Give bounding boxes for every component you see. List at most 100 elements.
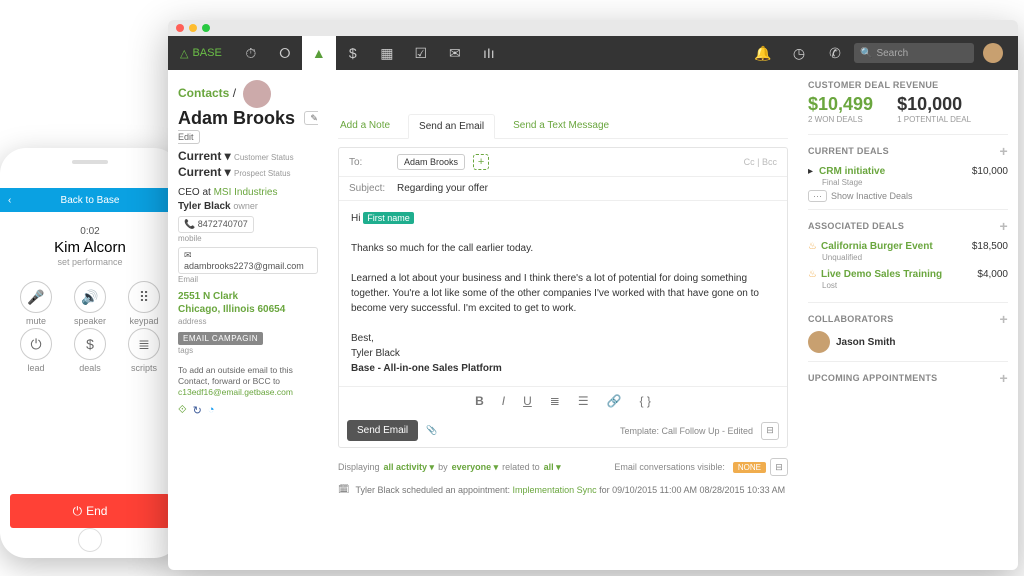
phone-back-bar[interactable]: ‹ Back to Base [0, 188, 180, 212]
template-menu-button[interactable]: ⊟ [761, 422, 779, 440]
deal-burger[interactable]: California Burger Event [821, 241, 933, 252]
home-button[interactable] [78, 528, 102, 552]
contacts-link[interactable]: Contacts [178, 86, 229, 100]
clock-icon[interactable]: ◷ [782, 36, 816, 70]
revenue-heading: CUSTOMER DEAL REVENUE [808, 80, 1008, 90]
merge-button[interactable]: { } [640, 394, 651, 408]
format-toolbar: B I U ≣ ☰ 🔗 { } [339, 386, 787, 414]
customer-status[interactable]: Current ▾ [178, 149, 231, 163]
won-revenue: $10,499 [808, 94, 873, 115]
prospect-status[interactable]: Current ▾ [178, 165, 231, 179]
user-menu[interactable] [976, 36, 1010, 70]
sync-icon[interactable]: ⟐ [178, 404, 187, 417]
reports-icon[interactable]: ıIı [472, 36, 506, 70]
tab-text[interactable]: Send a Text Message [511, 114, 611, 138]
filter-activity[interactable]: all activity ▾ [384, 462, 435, 473]
dashboard-icon[interactable]: ⏱ [234, 36, 268, 70]
breadcrumb: Contacts / Adam Brooks ✎ Edit [178, 80, 318, 143]
calendar-feed-icon: 🗓 [338, 484, 349, 495]
deals-icon: $ [74, 328, 106, 360]
top-nav: △ BASE ⏱ ⭘ ▲ $ ▦ ☑ ✉ ıIı 🔔 ◷ ✆ 🔍Search [168, 36, 1018, 70]
comm-icon[interactable]: ✉ [438, 36, 472, 70]
phone-icon[interactable]: ✆ [818, 36, 852, 70]
email-body[interactable]: Hi First name Thanks so much for the cal… [339, 201, 787, 386]
collaborator-name[interactable]: Jason Smith [836, 337, 895, 348]
scripts-button[interactable]: ≣scripts [118, 328, 170, 373]
mute-button[interactable]: 🎤mute [10, 281, 62, 326]
call-sub: set performance [0, 257, 180, 267]
add-appointment[interactable]: + [1000, 370, 1008, 386]
right-panel: CUSTOMER DEAL REVENUE $10,4992 WON DEALS… [798, 70, 1018, 570]
company-link[interactable]: MSI Industries [214, 187, 278, 198]
avatar [983, 43, 1003, 63]
share-icon[interactable]: ◔ [208, 404, 215, 417]
brand-logo[interactable]: △ BASE [168, 47, 234, 60]
contact-avatar [243, 80, 271, 108]
phone-badge[interactable]: 📞 8472740707 [178, 216, 254, 233]
appointment-link[interactable]: Implementation Sync [513, 485, 597, 495]
attach-button[interactable]: 📎 [426, 425, 437, 436]
deals-button[interactable]: $deals [64, 328, 116, 373]
visibility-menu[interactable]: ⊟ [770, 458, 788, 476]
close-icon[interactable] [176, 24, 184, 32]
search-input[interactable]: 🔍Search [854, 43, 974, 63]
underline-button[interactable]: U [523, 394, 532, 408]
merge-field[interactable]: First name [363, 212, 414, 224]
subject-input[interactable]: Regarding your offer [397, 183, 488, 194]
flame-icon: ♨ [808, 269, 817, 280]
add-recipient-button[interactable]: + [473, 154, 489, 170]
send-email-button[interactable]: Send Email [347, 420, 418, 441]
email-badge[interactable]: ✉ adambrooks2273@gmail.com [178, 247, 318, 274]
phone-bar-label: Back to Base [61, 195, 120, 206]
refresh-icon[interactable]: ↻ [193, 404, 202, 417]
calendar-icon[interactable]: ▦ [370, 36, 404, 70]
compose-tabs: Add a Note Send an Email Send a Text Mes… [338, 114, 788, 139]
chevron-left-icon: ‹ [8, 195, 11, 206]
activity-filter: Displaying all activity ▾ by everyone ▾ … [338, 458, 788, 476]
cc-bcc-toggle[interactable]: Cc | Bcc [744, 157, 777, 167]
filter-who[interactable]: everyone ▾ [452, 462, 499, 473]
call-timer: 0:02 [0, 226, 180, 237]
filter-related[interactable]: all ▾ [544, 462, 561, 473]
phone-mockup: ‹ Back to Base 0:02 Kim Alcorn set perfo… [0, 148, 180, 558]
flame-icon: ♨ [808, 241, 817, 252]
email-composer: To: Adam Brooks + Cc | Bcc Subject: Rega… [338, 147, 788, 448]
tab-note[interactable]: Add a Note [338, 114, 392, 138]
recipient-chip[interactable]: Adam Brooks [397, 154, 465, 170]
inactive-toggle[interactable]: ··· [808, 190, 827, 202]
visibility-badge[interactable]: NONE [733, 462, 766, 473]
add-collaborator[interactable]: + [1000, 311, 1008, 327]
add-current-deal[interactable]: + [1000, 143, 1008, 159]
leads-icon[interactable]: ⭘ [268, 36, 302, 70]
minimize-icon[interactable] [189, 24, 197, 32]
left-panel: Contacts / Adam Brooks ✎ Edit Current ▾ … [168, 70, 328, 570]
tab-email[interactable]: Send an Email [408, 114, 495, 139]
lead-button[interactable]: ⏻lead [10, 328, 62, 373]
link-button[interactable]: 🔗 [607, 394, 622, 408]
search-icon: 🔍 [860, 48, 872, 59]
titlebar [168, 20, 1018, 36]
potential-revenue: $10,000 [897, 94, 971, 115]
lead-icon: ⏻ [20, 328, 52, 360]
bullet-list-button[interactable]: ≣ [550, 394, 560, 408]
page-title: Adam Brooks [178, 108, 295, 128]
forward-email-link[interactable]: c13edf16@email.getbase.com [178, 387, 293, 397]
tasks-icon[interactable]: ☑ [404, 36, 438, 70]
notifications-icon[interactable]: 🔔 [746, 36, 780, 70]
call-name: Kim Alcorn [0, 239, 180, 256]
end-call-button[interactable]: ⏻ End [10, 494, 170, 528]
deal-demo[interactable]: Live Demo Sales Training [821, 269, 942, 280]
number-list-button[interactable]: ☰ [578, 394, 589, 408]
tag-badge[interactable]: EMAIL CAMPAGIN [178, 332, 263, 345]
italic-button[interactable]: I [502, 394, 505, 408]
contacts-icon[interactable]: ▲ [302, 36, 336, 70]
maximize-icon[interactable] [202, 24, 210, 32]
keypad-button[interactable]: ⠿keypad [118, 281, 170, 326]
deals-nav-icon[interactable]: $ [336, 36, 370, 70]
add-assoc-deal[interactable]: + [1000, 218, 1008, 234]
speaker-button[interactable]: 🔊speaker [64, 281, 116, 326]
address[interactable]: 2551 N ClarkChicago, Illinois 60654 [178, 290, 318, 316]
bold-button[interactable]: B [475, 394, 484, 408]
template-label: Template: Call Follow Up - Edited [620, 426, 753, 436]
deal-crm[interactable]: CRM initiative [819, 166, 885, 177]
